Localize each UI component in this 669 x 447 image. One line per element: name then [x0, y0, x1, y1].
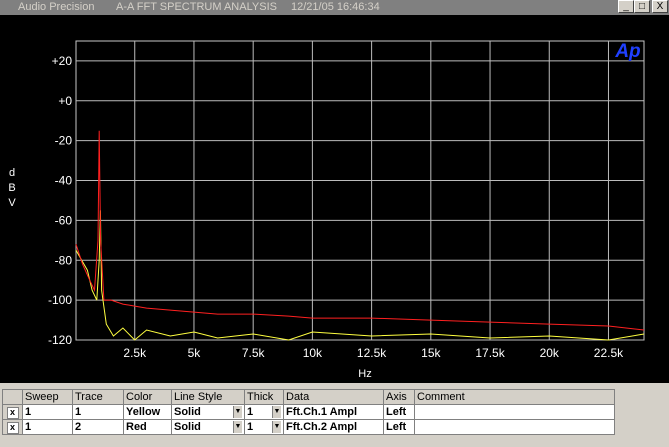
x-axis-label: Hz: [358, 368, 371, 380]
cell-color[interactable]: Red: [123, 419, 172, 435]
table-row[interactable]: x 1 1 Yellow Solid ▼ 1 ▼ Fft.Ch.1 Ampl Lef…: [2, 404, 615, 420]
x-tick-label: 15k: [421, 346, 441, 360]
x-tick-label: 17.5k: [475, 346, 505, 360]
y-axis-label: d B V: [8, 167, 16, 209]
cell-sweep[interactable]: 1: [22, 419, 73, 435]
x-tick-label: 2.5k: [123, 346, 147, 360]
thick-value: 1: [247, 406, 254, 418]
plot-panel: +20 +0 -20 -40 -60 -80 -100 -120 2.5k 5k 7.5k 10k 1…: [0, 15, 669, 383]
cell-axis[interactable]: Left: [383, 404, 415, 420]
col-data[interactable]: Data: [283, 389, 384, 405]
grid-lines: [75, 40, 645, 341]
line-style-value: Solid: [174, 421, 201, 433]
y-axis-label-char: d: [9, 167, 15, 179]
trace-enable-checkbox[interactable]: x: [2, 419, 23, 435]
col-trace[interactable]: Trace: [72, 389, 124, 405]
y-axis-label-char: B: [8, 182, 15, 194]
x-tick-label: 22.5k: [594, 346, 624, 360]
dropdown-arrow-icon[interactable]: ▼: [272, 406, 281, 418]
app-name: Audio Precision: [18, 1, 95, 13]
fft-chart: +20 +0 -20 -40 -60 -80 -100 -120 2.5k 5k 7.5k 10k 1…: [8, 40, 645, 380]
x-tick-label: 10k: [303, 346, 323, 360]
cell-trace[interactable]: 2: [72, 419, 124, 435]
title-bar: Audio Precision A-A FFT SPECTRUM ANALYSI…: [0, 0, 669, 15]
close-button[interactable]: X: [652, 0, 668, 13]
x-tick-label: 12.5k: [357, 346, 387, 360]
trace-lines: [75, 130, 645, 341]
cell-data[interactable]: Fft.Ch.1 Ampl: [283, 404, 384, 420]
y-tick-label: +20: [52, 54, 73, 68]
dropdown-arrow-icon[interactable]: ▼: [233, 421, 242, 433]
y-tick-label: -80: [55, 253, 73, 267]
y-tick-label: -20: [55, 134, 73, 148]
col-sweep[interactable]: Sweep: [22, 389, 73, 405]
table-row[interactable]: x 1 2 Red Solid ▼ 1 ▼ Fft.Ch.2 Ampl Left: [2, 419, 615, 435]
y-tick-label: -60: [55, 213, 73, 227]
y-tick-label: -120: [48, 333, 72, 347]
cell-color[interactable]: Yellow: [123, 404, 172, 420]
cell-comment[interactable]: [414, 419, 615, 435]
cell-trace[interactable]: 1: [72, 404, 124, 420]
col-color[interactable]: Color: [123, 389, 172, 405]
line-style-value: Solid: [174, 406, 201, 418]
maximize-button[interactable]: □: [634, 0, 650, 13]
minimize-button[interactable]: _: [618, 0, 634, 13]
cell-axis[interactable]: Left: [383, 419, 415, 435]
y-tick-label: +0: [58, 94, 72, 108]
cell-line-style[interactable]: Solid ▼: [171, 419, 245, 435]
x-tick-label: 7.5k: [242, 346, 266, 360]
x-tick-label: 20k: [540, 346, 560, 360]
ap-logo: Ap: [614, 41, 640, 62]
cell-data[interactable]: Fft.Ch.2 Ampl: [283, 419, 384, 435]
window-title: A-A FFT SPECTRUM ANALYSIS: [116, 1, 277, 13]
checkbox-checked-icon[interactable]: x: [6, 421, 19, 434]
y-tick-label: -100: [48, 293, 72, 307]
y-tick-label: -40: [55, 174, 73, 188]
cell-thick[interactable]: 1 ▼: [244, 404, 284, 420]
y-tick-labels: +20 +0 -20 -40 -60 -80 -100 -120: [48, 54, 72, 347]
dropdown-arrow-icon[interactable]: ▼: [272, 421, 281, 433]
x-tick-labels: 2.5k 5k 7.5k 10k 12.5k 15k 17.5k 20k 22.5k: [123, 346, 624, 360]
y-axis-label-char: V: [8, 197, 16, 209]
plot-frame: [75, 40, 645, 341]
cell-comment[interactable]: [414, 404, 615, 420]
cell-thick[interactable]: 1 ▼: [244, 419, 284, 435]
col-line-style[interactable]: Line Style: [171, 389, 245, 405]
trace-table: Sweep Trace Color Line Style Thick Data …: [2, 389, 615, 435]
checkbox-checked-icon[interactable]: x: [6, 406, 19, 419]
thick-value: 1: [247, 421, 254, 433]
header-check: [2, 389, 23, 405]
col-axis[interactable]: Axis: [383, 389, 415, 405]
window-datetime: 12/21/05 16:46:34: [291, 1, 380, 13]
trace-enable-checkbox[interactable]: x: [2, 404, 23, 420]
dropdown-arrow-icon[interactable]: ▼: [233, 406, 242, 418]
cell-line-style[interactable]: Solid ▼: [171, 404, 245, 420]
table-header-row: Sweep Trace Color Line Style Thick Data …: [2, 389, 615, 405]
trace-table-panel: Sweep Trace Color Line Style Thick Data …: [0, 389, 669, 447]
col-thick[interactable]: Thick: [244, 389, 284, 405]
cell-sweep[interactable]: 1: [22, 404, 73, 420]
trace-line-1: [75, 210, 645, 341]
x-tick-label: 5k: [188, 346, 202, 360]
col-comment[interactable]: Comment: [414, 389, 615, 405]
